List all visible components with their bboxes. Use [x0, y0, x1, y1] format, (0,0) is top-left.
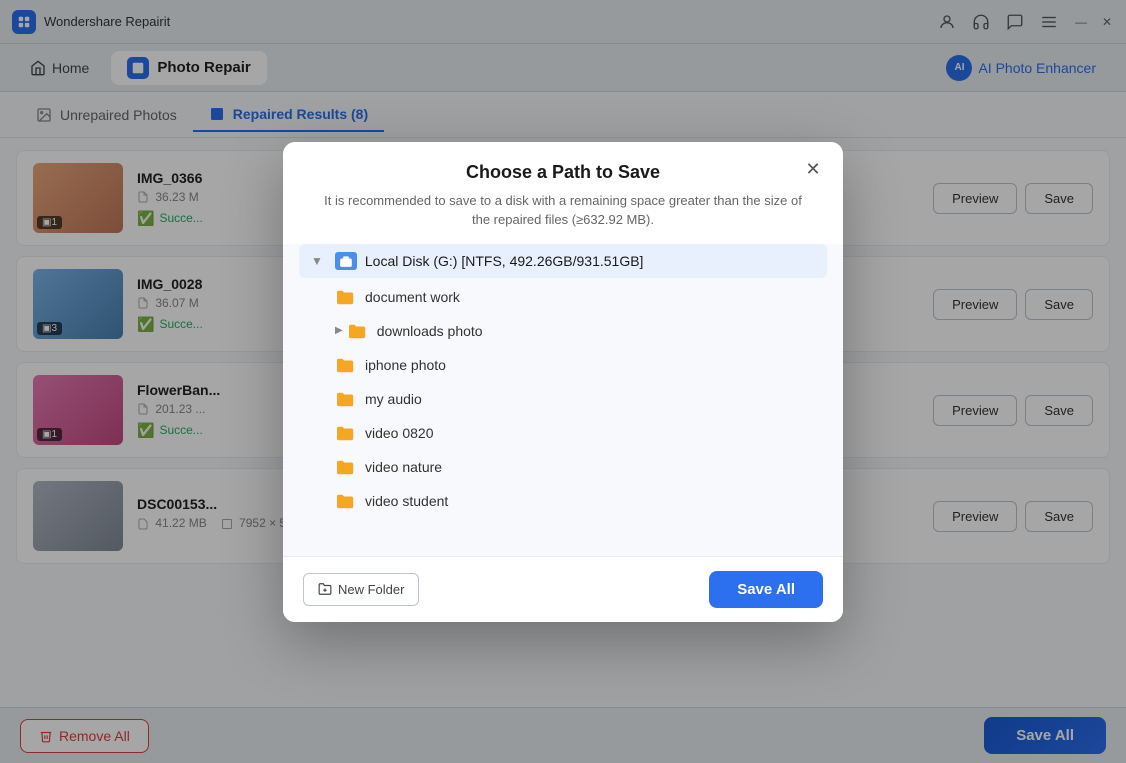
modal-subtitle: It is recommended to save to a disk with… — [307, 191, 819, 230]
folder-item-video-0820[interactable]: video 0820 — [299, 416, 827, 450]
modal-file-tree: ▼ Local Disk (G:) [NTFS, 492.26GB/931.51… — [283, 244, 843, 556]
save-path-modal: ✕ Choose a Path to Save It is recommende… — [283, 142, 843, 622]
folder-name: iphone photo — [365, 357, 446, 373]
drive-icon — [335, 252, 357, 270]
modal-header: ✕ Choose a Path to Save It is recommende… — [283, 142, 843, 244]
folder-item-downloads-photo[interactable]: ▶ downloads photo — [299, 314, 827, 348]
drive-root[interactable]: ▼ Local Disk (G:) [NTFS, 492.26GB/931.51… — [299, 244, 827, 278]
folder-icon — [335, 424, 357, 442]
folder-name: downloads photo — [377, 323, 483, 339]
folder-icon — [335, 458, 357, 476]
folder-item-video-nature[interactable]: video nature — [299, 450, 827, 484]
folder-name: my audio — [365, 391, 422, 407]
chevron-icon: ▶ — [335, 325, 343, 336]
drive-label: Local Disk (G:) [NTFS, 492.26GB/931.51GB… — [365, 253, 644, 269]
folder-icon — [335, 492, 357, 510]
new-folder-icon — [318, 582, 332, 596]
modal-title: Choose a Path to Save — [466, 162, 660, 183]
new-folder-label: New Folder — [338, 582, 404, 597]
folder-item-video-student[interactable]: video student — [299, 484, 827, 518]
folder-icon — [335, 356, 357, 374]
new-folder-button[interactable]: New Folder — [303, 573, 419, 606]
folder-item-document-work[interactable]: document work — [299, 280, 827, 314]
folder-icon — [335, 390, 357, 408]
folder-icon — [347, 322, 369, 340]
modal-save-all-button[interactable]: Save All — [709, 571, 823, 608]
folder-name: video nature — [365, 459, 442, 475]
modal-overlay[interactable]: ✕ Choose a Path to Save It is recommende… — [0, 0, 1126, 763]
folder-item-iphone-photo[interactable]: iphone photo — [299, 348, 827, 382]
folder-icon — [335, 288, 357, 306]
folder-name: document work — [365, 289, 460, 305]
modal-close-button[interactable]: ✕ — [799, 156, 827, 184]
folder-item-my-audio[interactable]: my audio — [299, 382, 827, 416]
folder-name: video student — [365, 493, 448, 509]
folder-name: video 0820 — [365, 425, 434, 441]
modal-footer: New Folder Save All — [283, 556, 843, 622]
